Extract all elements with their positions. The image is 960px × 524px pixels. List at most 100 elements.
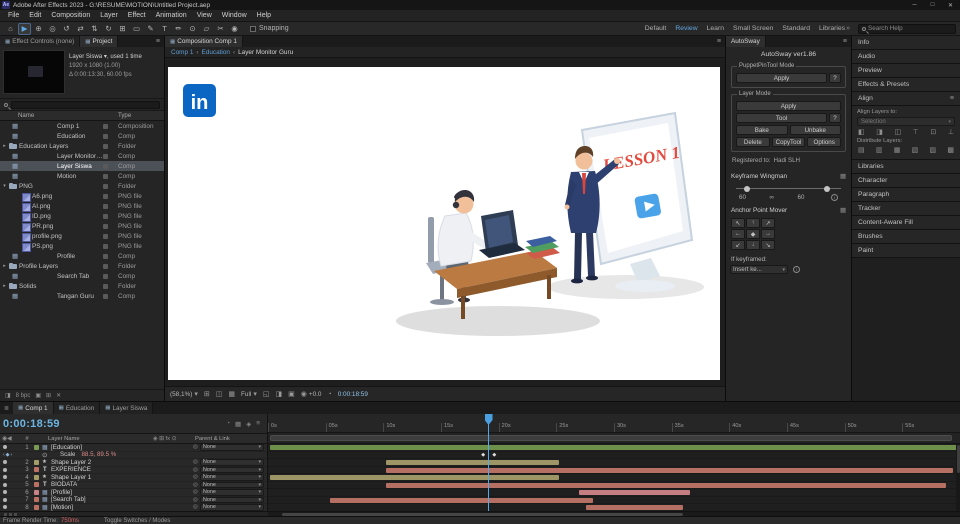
label-color-chip[interactable] <box>103 153 108 159</box>
project-item[interactable]: ▸ Education Layers Folder <box>0 141 164 151</box>
layer-name[interactable]: [Search Tab] <box>50 496 86 503</box>
anchor-arrow-button[interactable]: ↓ <box>746 240 760 250</box>
label-color-chip[interactable] <box>103 273 108 279</box>
parent-dropdown[interactable]: None ▾ <box>199 444 264 451</box>
draft-3d-icon[interactable]: ▦ <box>235 420 241 428</box>
label-color-chip[interactable] <box>103 293 108 299</box>
tool-icon[interactable]: ▭ <box>130 23 143 35</box>
toggle-switches-button[interactable]: Toggle Switches / Modes <box>104 518 170 524</box>
tool-icon[interactable]: T <box>158 23 171 35</box>
motion-blur-icon[interactable]: ≡ <box>256 420 260 428</box>
timeline-vertical-scrollbar[interactable] <box>956 444 960 511</box>
comp-mini-flowchart-icon[interactable]: ◔ <box>226 420 230 428</box>
ease-in-value[interactable]: 60 <box>739 194 746 201</box>
layer-name[interactable]: EXPERIENCE <box>50 466 91 473</box>
distribute-icon-button[interactable]: ▦ <box>894 146 901 154</box>
info-icon[interactable]: i <box>793 266 800 273</box>
frame-blending-icon[interactable]: ◈ <box>246 420 251 428</box>
layer-visibility-toggle[interactable]: ‹◆› <box>0 467 22 472</box>
panel-menu-icon[interactable]: ≡ <box>152 36 164 47</box>
tool-icon[interactable]: ◎ <box>46 23 59 35</box>
puppet-apply-button[interactable]: Apply <box>736 73 827 83</box>
safe-margins-icon[interactable]: ⊞ <box>204 390 210 398</box>
workspace-tab[interactable]: Learn <box>707 25 724 32</box>
timeline-column-header[interactable]: ◉◀ # Layer Name ◈ ⊞ fx ⊙ Parent & Link <box>0 433 267 444</box>
menu-item[interactable]: Layer <box>95 12 123 19</box>
snapping-toggle[interactable]: Snapping <box>250 25 289 32</box>
layer-name-column[interactable]: Layer Name <box>32 436 153 442</box>
parent-dropdown[interactable]: None ▾ <box>199 466 264 473</box>
transparency-grid-icon[interactable]: ◨ <box>275 390 282 398</box>
twirl-icon[interactable]: ▸ <box>1 143 8 149</box>
parent-dropdown[interactable]: None ▾ <box>199 481 264 488</box>
dock-panel-header[interactable]: Effects & Presets <box>852 78 960 92</box>
layer-duration-bar[interactable] <box>385 460 559 465</box>
timeline-layer-row[interactable]: ‹◆› 8 [Motion] ◎ None <box>0 504 267 511</box>
resolution-dropdown[interactable]: Full ▾ <box>241 390 257 399</box>
layer-help-button[interactable]: ? <box>829 113 841 123</box>
pickwhip-icon[interactable]: ◎ <box>193 474 198 480</box>
project-item[interactable]: Comp 1 Composition <box>0 121 164 131</box>
label-color-chip[interactable] <box>103 233 108 239</box>
options-button[interactable]: Options <box>807 137 842 147</box>
distribute-icon-button[interactable]: ▤ <box>858 146 865 154</box>
layer-visibility-toggle[interactable]: ‹◆› <box>0 505 22 510</box>
copytool-button[interactable]: CopyTool <box>771 137 806 147</box>
keyframe-navigator-icon[interactable]: ‹◆› <box>3 452 13 458</box>
layer-visibility-toggle[interactable]: ‹◆› <box>0 475 22 480</box>
pickwhip-icon[interactable]: ◎ <box>193 504 198 510</box>
ease-slider[interactable] <box>736 184 841 193</box>
slider-handle[interactable] <box>824 185 831 192</box>
layer-visibility-toggle[interactable]: ‹◆› <box>0 445 22 450</box>
ease-out-value[interactable]: 60 <box>798 194 805 201</box>
anchor-arrow-button[interactable]: ◆ <box>746 229 760 239</box>
layer-name[interactable]: Scale <box>50 451 75 458</box>
project-item[interactable]: PS.png PNG file <box>0 241 164 252</box>
current-time-display[interactable]: 0:00:18:59 <box>3 418 60 430</box>
menu-item[interactable]: Window <box>217 12 252 19</box>
layer-name[interactable]: [Education] <box>50 444 82 451</box>
label-color-chip[interactable] <box>103 163 108 169</box>
project-item[interactable]: Profile Comp <box>0 251 164 261</box>
dock-panel-header[interactable]: Paragraph <box>852 188 960 202</box>
workspace-tab[interactable]: Small Screen <box>733 25 773 32</box>
layer-visibility-toggle[interactable]: ‹◆› <box>0 452 22 458</box>
layer-color-chip[interactable] <box>34 444 39 450</box>
pickwhip-icon[interactable]: ◎ <box>193 489 198 495</box>
align-icon-button[interactable]: ⊡ <box>930 128 936 136</box>
parent-link-cell[interactable]: ◎ None ▾ <box>193 474 267 481</box>
timeline-horizontal-scrollbar[interactable] <box>268 512 960 516</box>
preview-time[interactable]: 0:00:18:59 <box>338 391 368 398</box>
layer-visibility-toggle[interactable]: ‹◆› <box>0 460 22 465</box>
tool-icon[interactable]: ⊞ <box>116 23 129 35</box>
workspace-tab[interactable]: Review <box>675 25 697 32</box>
layer-color-chip[interactable] <box>34 489 39 495</box>
layer-color-chip[interactable] <box>34 504 39 510</box>
composition-viewport[interactable]: LESSON 1 in <box>165 58 725 386</box>
composition-canvas[interactable]: LESSON 1 in <box>168 67 720 380</box>
distribute-icon-button[interactable]: ▩ <box>947 146 954 154</box>
insert-keyframe-dropdown[interactable]: Insert ke... ▾ <box>730 265 788 274</box>
layer-name[interactable]: Shape Layer 2 <box>50 459 91 466</box>
twirl-icon[interactable]: ▸ <box>1 263 8 269</box>
parent-dropdown[interactable]: None ▾ <box>199 496 264 503</box>
eye-icon[interactable] <box>3 467 7 472</box>
info-icon[interactable]: i <box>830 194 838 201</box>
layer-duration-bar[interactable] <box>586 505 684 510</box>
twirl-icon[interactable]: ▸ <box>1 283 8 289</box>
layer-color-chip[interactable] <box>34 482 39 488</box>
magnification-dropdown[interactable]: (58,1%) ▾ <box>170 390 198 399</box>
eye-icon[interactable] <box>3 490 7 495</box>
delete-icon[interactable]: ✕ <box>56 392 61 399</box>
twirl-icon[interactable]: ▾ <box>1 183 8 189</box>
layer-duration-bar[interactable] <box>385 467 954 473</box>
property-value[interactable]: 88.5, 89.5 % <box>75 451 116 458</box>
project-item[interactable]: Motion Comp <box>0 171 164 181</box>
menu-item[interactable]: Animation <box>151 12 192 19</box>
anchor-arrow-button[interactable]: ↑ <box>746 218 760 228</box>
panel-menu-icon[interactable]: ≡ <box>839 36 851 47</box>
label-color-chip[interactable] <box>103 203 108 209</box>
parent-link-cell[interactable]: ◎ None ▾ <box>193 444 267 451</box>
dock-panel-header[interactable]: Paint <box>852 244 960 258</box>
parent-dropdown[interactable]: None ▾ <box>199 474 264 481</box>
